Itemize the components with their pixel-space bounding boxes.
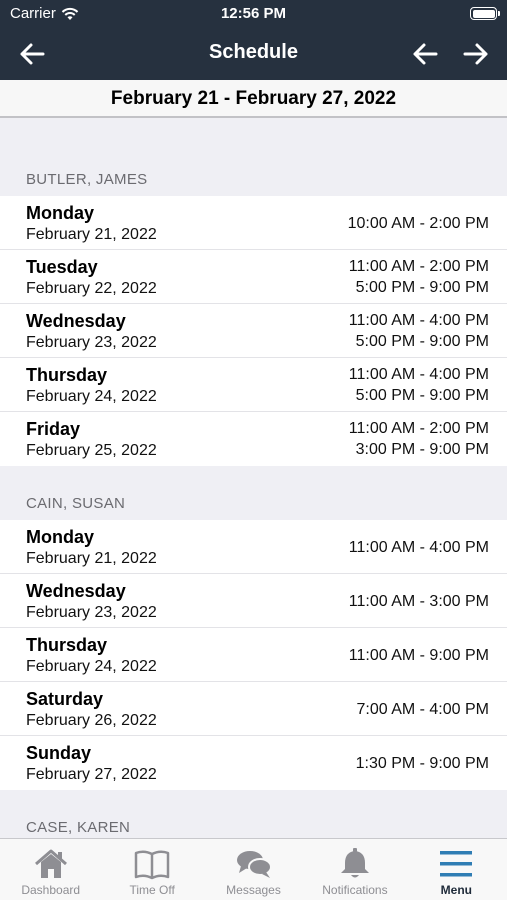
shift-time-range: 11:00 AM - 9:00 PM [348,646,489,664]
section-header: CAIN, SUSAN [0,466,507,520]
tab-label: Dashboard [21,883,81,897]
shift-row[interactable]: Thursday February 24, 2022 11:00 AM - 9:00… [0,628,507,682]
shift-date: February 25, 2022 [26,442,157,459]
shift-row[interactable]: Monday February 21, 2022 10:00 AM - 2:00 P… [0,196,507,250]
shift-times: 1:30 PM - 9:00 PM [356,736,489,790]
shift-day: Wednesday [26,311,126,331]
employee-name: BUTLER, JAMES [26,171,148,188]
section-header: CASE, KAREN [0,790,507,838]
tab-messages[interactable]: Messages [203,839,304,900]
shift-times: 11:00 AM - 3:00 PM [349,574,489,628]
shift-group: Monday February 21, 2022 11:00 AM - 4:00 P… [0,520,507,790]
week-range: February 21 - February 27, 2022 [110,88,397,109]
shift-time-range: 3:00 PM - 9:00 PM [355,441,489,458]
shift-time-range: 5:00 PM - 9:00 PM [355,333,489,350]
section-header: BUTLER, JAMES [0,120,507,196]
shift-times: 10:00 AM - 2:00 PM [348,196,489,250]
shift-times: 11:00 AM - 2:00 PM 3:00 PM - 9:00 PM [349,412,489,466]
schedule-list[interactable]: BUTLER, JAMES Monday February 21, 2022 10:0… [0,120,507,838]
shift-row[interactable]: Tuesday February 22, 2022 11:00 AM - 2:00 … [0,250,507,304]
shift-date: February 21, 2022 [26,550,157,567]
hamburger-menu-icon [440,851,473,877]
tab-time-off[interactable]: Time Off [101,839,202,900]
shift-time-range: 11:00 AM - 4:00 PM [348,312,489,329]
shift-time-range: 7:00 AM - 4:00 PM [356,700,489,718]
shift-time-range: 11:00 AM - 2:00 PM [348,420,489,437]
employee-name: CASE, KAREN [26,819,131,836]
shift-date: February 21, 2022 [26,226,157,243]
home-icon [34,849,67,878]
shift-time-range: 11:00 AM - 3:00 PM [348,592,489,610]
shift-day: Saturday [26,689,104,709]
shift-row[interactable]: Saturday February 26, 2022 7:00 AM - 4:00 … [0,682,507,736]
tab-label: Notifications [322,883,388,897]
shift-times: 11:00 AM - 4:00 PM 5:00 PM - 9:00 PM [349,304,489,358]
shift-date: February 26, 2022 [26,712,157,729]
shift-row[interactable]: Friday February 25, 2022 11:00 AM - 2:00 P… [0,412,507,466]
tab-dashboard[interactable]: Dashboard [0,839,101,900]
shift-day: Thursday [26,635,108,655]
shift-row[interactable]: Thursday February 24, 2022 11:00 AM - 4:00… [0,358,507,412]
shift-times: 7:00 AM - 4:00 PM [356,682,489,736]
shift-time-range: 5:00 PM - 9:00 PM [355,387,489,404]
shift-row[interactable]: Monday February 21, 2022 11:00 AM - 4:00 P… [0,520,507,574]
shift-time-range: 10:00 AM - 2:00 PM [347,214,489,232]
shift-day: Friday [26,419,81,439]
tab-label: Menu [440,883,472,897]
week-range-header: February 21 - February 27, 2022 [0,80,507,118]
shift-time-range: 5:00 PM - 9:00 PM [355,279,489,296]
navigation-bar: Schedule [0,28,507,80]
tab-bar: Dashboard Time Off Messages Notification… [0,838,507,900]
status-bar: Carrier 12:56 PM [0,0,507,28]
shift-times: 11:00 AM - 2:00 PM 5:00 PM - 9:00 PM [349,250,489,304]
shift-times: 11:00 AM - 9:00 PM [349,628,489,682]
tab-label: Time Off [129,883,175,897]
battery-icon [470,7,500,20]
chat-bubbles-icon [236,851,272,878]
shift-date: February 22, 2022 [26,280,157,297]
tab-notifications[interactable]: Notifications [304,839,405,900]
shift-date: February 24, 2022 [26,388,157,405]
shift-times: 11:00 AM - 4:00 PM 5:00 PM - 9:00 PM [349,358,489,412]
employee-name: CAIN, SUSAN [26,495,126,512]
shift-date: February 27, 2022 [26,766,157,783]
shift-time-range: 11:00 AM - 4:00 PM [348,538,489,556]
shift-row[interactable]: Sunday February 27, 2022 1:30 PM - 9:00 PM [0,736,507,790]
shift-time-range: 11:00 AM - 4:00 PM [348,366,489,383]
shift-day: Monday [26,203,95,223]
shift-date: February 24, 2022 [26,658,157,675]
shift-day: Tuesday [26,257,98,277]
shift-day: Thursday [26,365,108,385]
bell-icon [340,848,369,878]
shift-time-range: 11:00 AM - 2:00 PM [348,258,489,275]
shift-time-range: 1:30 PM - 9:00 PM [355,754,489,772]
shift-day: Monday [26,527,95,547]
next-week-arrow-icon[interactable] [462,40,490,68]
shift-group: Monday February 21, 2022 10:00 AM - 2:00 P… [0,196,507,466]
shift-date: February 23, 2022 [26,604,157,621]
shift-day: Sunday [26,743,92,763]
previous-week-arrow-icon[interactable] [411,40,439,68]
tab-label: Messages [226,883,281,897]
clock: 12:56 PM [220,5,287,22]
tab-menu[interactable]: Menu [406,839,507,900]
shift-row[interactable]: Wednesday February 23, 2022 11:00 AM - 4:0… [0,304,507,358]
shift-day: Wednesday [26,581,126,601]
shift-date: February 23, 2022 [26,334,157,351]
shift-times: 11:00 AM - 4:00 PM [349,520,489,574]
shift-row[interactable]: Wednesday February 23, 2022 11:00 AM - 3:0… [0,574,507,628]
book-icon [134,850,170,880]
